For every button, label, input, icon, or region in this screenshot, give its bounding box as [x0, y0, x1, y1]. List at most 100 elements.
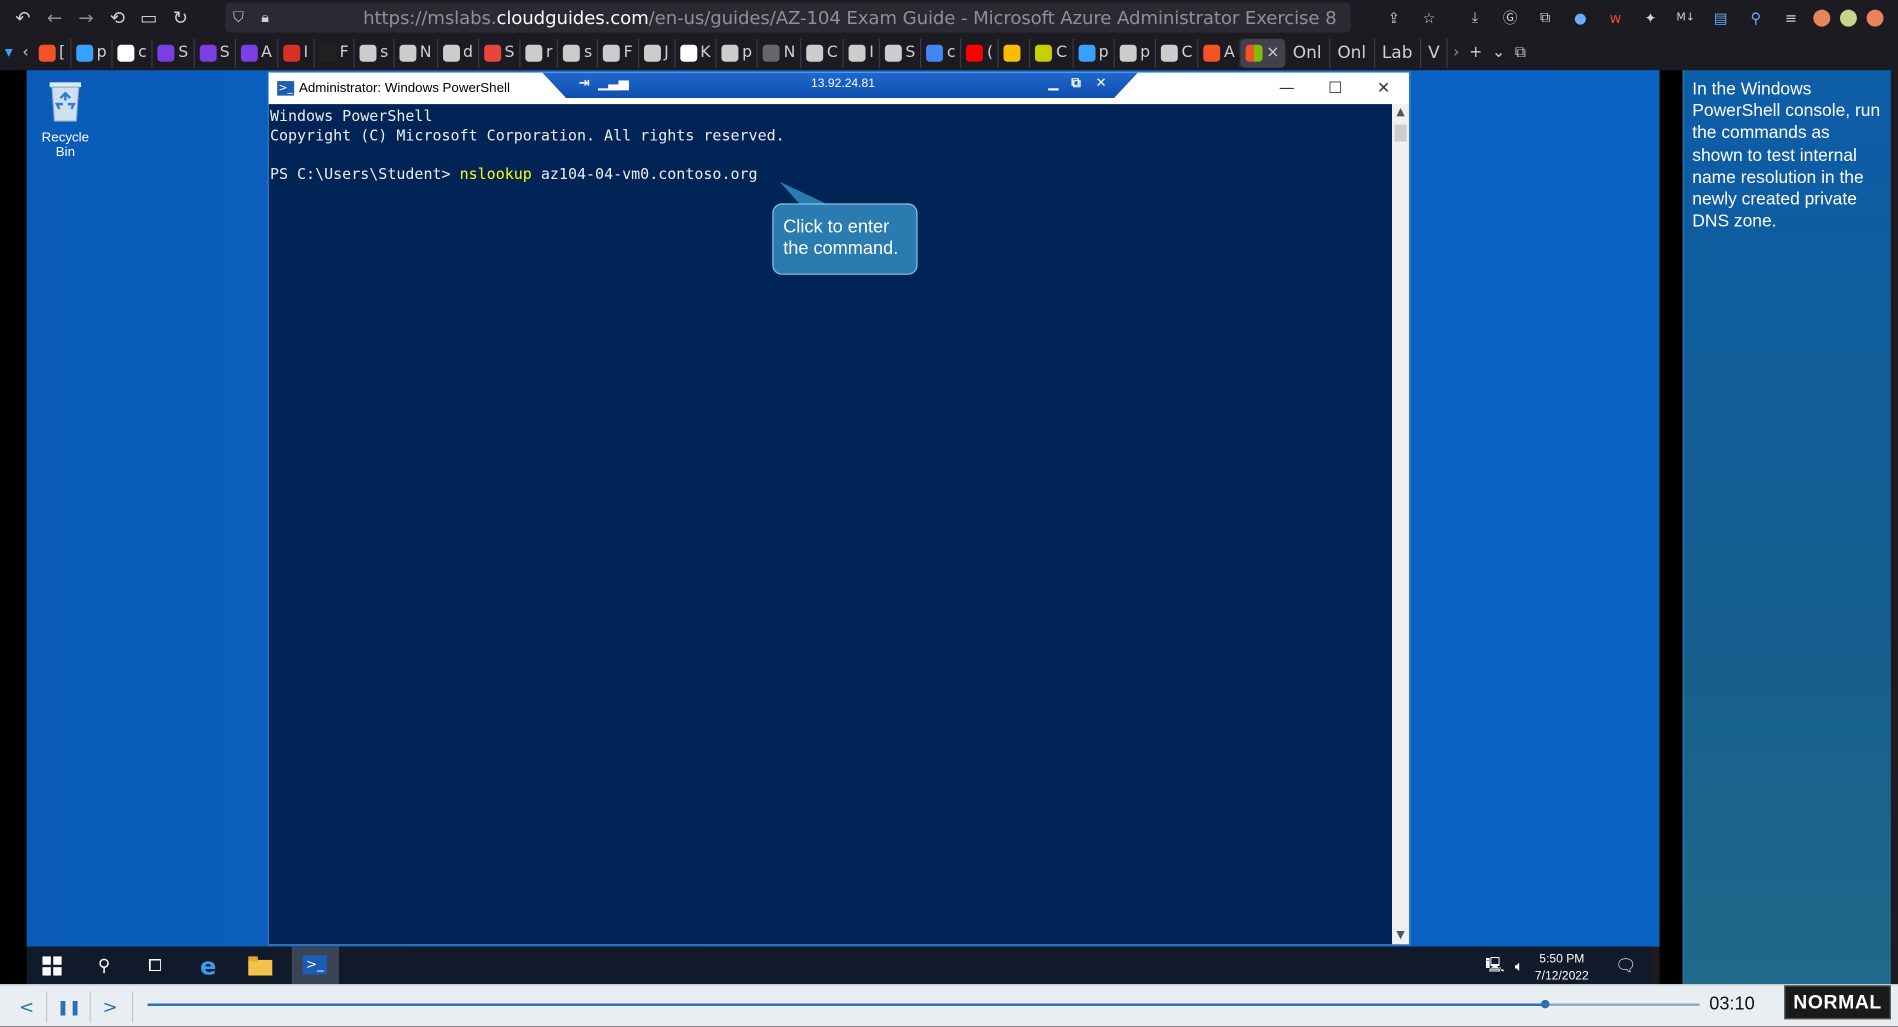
previous-step-icon[interactable]: < — [8, 994, 44, 1021]
scroll-down-icon[interactable]: ▼ — [1392, 927, 1409, 944]
pin-icon[interactable]: ⚲ — [1742, 5, 1770, 29]
search-icon[interactable]: ⚲ — [91, 953, 118, 980]
minimize-icon[interactable]: — — [1263, 73, 1311, 104]
lock-icon[interactable]: 🔒︎ — [252, 8, 279, 26]
rdp-connection-bar[interactable]: ⇥ ▁▃▅ 13.92.24.81 ▁ ⧉ ✕ — [542, 72, 1138, 99]
rdp-minimize-icon[interactable]: ▁ — [1048, 75, 1058, 91]
hint-callout[interactable]: Click to enter the command. — [772, 203, 918, 275]
notification-icon[interactable]: 🗨︎ — [1612, 953, 1639, 980]
share-icon[interactable]: ⇪ — [1380, 5, 1408, 29]
menu-icon[interactable]: ≡ — [1777, 5, 1805, 29]
tab-scroll-right-icon[interactable]: › — [1448, 38, 1464, 67]
browser-tab[interactable]: S — [194, 38, 236, 68]
browser-tab[interactable]: I — [844, 38, 880, 68]
extension-md-icon[interactable]: M↓ — [1672, 5, 1700, 29]
browser-tab[interactable]: S — [479, 38, 521, 68]
file-explorer-icon[interactable] — [247, 953, 274, 980]
tab-list-icon[interactable]: ▾ — [0, 38, 18, 67]
browser-tab[interactable]: s — [559, 38, 599, 68]
reader-icon[interactable]: ▤ — [1707, 5, 1735, 29]
extensions-icon[interactable]: ⧉ — [1531, 5, 1559, 29]
browser-tab[interactable]: K — [675, 38, 717, 68]
browser-tab[interactable]: r — [521, 38, 559, 68]
browser-tab[interactable]: C — [1031, 38, 1074, 68]
browser-tab[interactable]: Lab — [1375, 38, 1421, 68]
browser-tab[interactable]: F — [598, 38, 639, 68]
mode-button[interactable]: NORMAL — [1784, 985, 1891, 1020]
tab-active[interactable]: × — [1240, 38, 1286, 68]
browser-tab[interactable]: S — [153, 38, 195, 68]
tab-scroll-left-icon[interactable]: ‹ — [18, 38, 34, 67]
forward-icon[interactable]: → — [70, 3, 101, 32]
next-step-icon[interactable]: > — [92, 994, 128, 1021]
scroll-thumb[interactable] — [1394, 124, 1407, 142]
start-icon[interactable] — [39, 953, 66, 980]
sidebar-icon[interactable]: ▭ — [133, 3, 164, 32]
browser-tab[interactable]: p — [717, 38, 759, 68]
account-icon[interactable]: ● — [1566, 5, 1594, 29]
close-icon[interactable]: ✕ — [1359, 73, 1407, 104]
browser-tab[interactable]: ( — [962, 38, 1000, 68]
extension-w-icon[interactable]: w — [1601, 5, 1629, 29]
browser-tab[interactable]: s — [355, 38, 395, 68]
browser-tab[interactable]: N — [394, 38, 438, 68]
taskbar-clock[interactable]: 5:50 PM 7/12/2022 — [1535, 951, 1589, 985]
task-view-icon[interactable]: ⧠ — [142, 953, 169, 980]
browser-tab[interactable]: d — [438, 38, 480, 68]
minimize-dot-icon[interactable] — [1813, 9, 1831, 27]
rdp-restore-icon[interactable]: ⧉ — [1071, 75, 1081, 92]
history-icon[interactable]: ⟲ — [102, 3, 133, 32]
url-bar[interactable]: ⛉ 🔒︎ https://mslabs.cloudguides.com/en-u… — [225, 2, 1351, 33]
extension-puzzle-icon[interactable]: ✦ — [1637, 5, 1665, 29]
maximize-dot-icon[interactable] — [1839, 9, 1857, 27]
volume-muted-icon[interactable]: 🔈︎ — [1506, 953, 1533, 980]
browser-tab[interactable]: c — [113, 38, 153, 68]
internet-explorer-icon[interactable]: e — [195, 951, 222, 980]
taskbar-powershell[interactable]: >_ — [291, 946, 339, 985]
browser-tab[interactable] — [999, 38, 1031, 68]
scroll-up-icon[interactable]: ▲ — [1392, 104, 1409, 121]
shield-icon[interactable]: ⛉ — [225, 8, 252, 26]
browser-tab[interactable]: A — [236, 38, 279, 68]
bookmark-star-icon[interactable]: ☆ — [1415, 5, 1443, 29]
browser-tab[interactable]: J — [639, 38, 675, 68]
browser-tab[interactable]: Onl — [1330, 38, 1375, 68]
extension-g-icon[interactable]: Ⓖ — [1496, 5, 1524, 29]
new-tab-icon[interactable]: + — [1464, 38, 1487, 67]
console-command[interactable]: nslookup — [460, 165, 532, 183]
browser-tab[interactable]: p — [1115, 38, 1157, 68]
progress-track[interactable] — [147, 999, 1700, 1009]
tab-label: N — [419, 43, 432, 62]
tab-window-icon[interactable]: ⧉ — [1510, 38, 1531, 67]
browser-tab[interactable]: S — [880, 38, 922, 68]
browser-tab[interactable]: A — [1199, 38, 1241, 68]
pause-icon[interactable]: ❚❚ — [51, 994, 87, 1021]
browser-tab[interactable]: F — [314, 38, 355, 68]
tab-overflow-icon[interactable]: ⌄ — [1487, 38, 1510, 67]
browser-tab[interactable]: V — [1421, 38, 1449, 68]
rdp-close-icon[interactable]: ✕ — [1096, 75, 1107, 91]
reload-icon[interactable]: ↻ — [165, 3, 196, 32]
browser-tab[interactable]: C — [801, 38, 844, 68]
browser-tab[interactable]: p — [1073, 38, 1115, 68]
close-dot-icon[interactable] — [1866, 9, 1884, 27]
progress-handle[interactable] — [1540, 999, 1550, 1009]
browser-tab[interactable]: [ — [34, 38, 72, 68]
back-icon[interactable]: ← — [39, 3, 70, 32]
browser-tab[interactable]: c — [921, 38, 962, 68]
console-scrollbar[interactable]: ▲ ▼ — [1392, 104, 1410, 945]
browser-tab[interactable]: I — [278, 38, 315, 68]
pin-icon[interactable]: ⇥ — [579, 75, 590, 91]
tab-label: [ — [58, 43, 66, 62]
maximize-icon[interactable]: ☐ — [1311, 73, 1359, 104]
browser-tab[interactable]: p — [71, 38, 113, 68]
network-icon[interactable]: 🖳︎ — [1482, 953, 1509, 980]
browser-tab[interactable]: C — [1156, 38, 1199, 68]
browser-tab[interactable]: Onl — [1286, 38, 1331, 68]
url-text[interactable]: https://mslabs.cloudguides.com/en-us/gui… — [363, 7, 1337, 29]
download-icon[interactable]: ⤓ — [1461, 5, 1489, 29]
browser-tab[interactable]: N — [758, 38, 802, 68]
console-args[interactable]: az104-04-vm0.contoso.org — [532, 165, 758, 183]
recycle-bin[interactable]: Recycle Bin — [31, 77, 99, 160]
undo-icon[interactable]: ↶ — [7, 3, 38, 32]
